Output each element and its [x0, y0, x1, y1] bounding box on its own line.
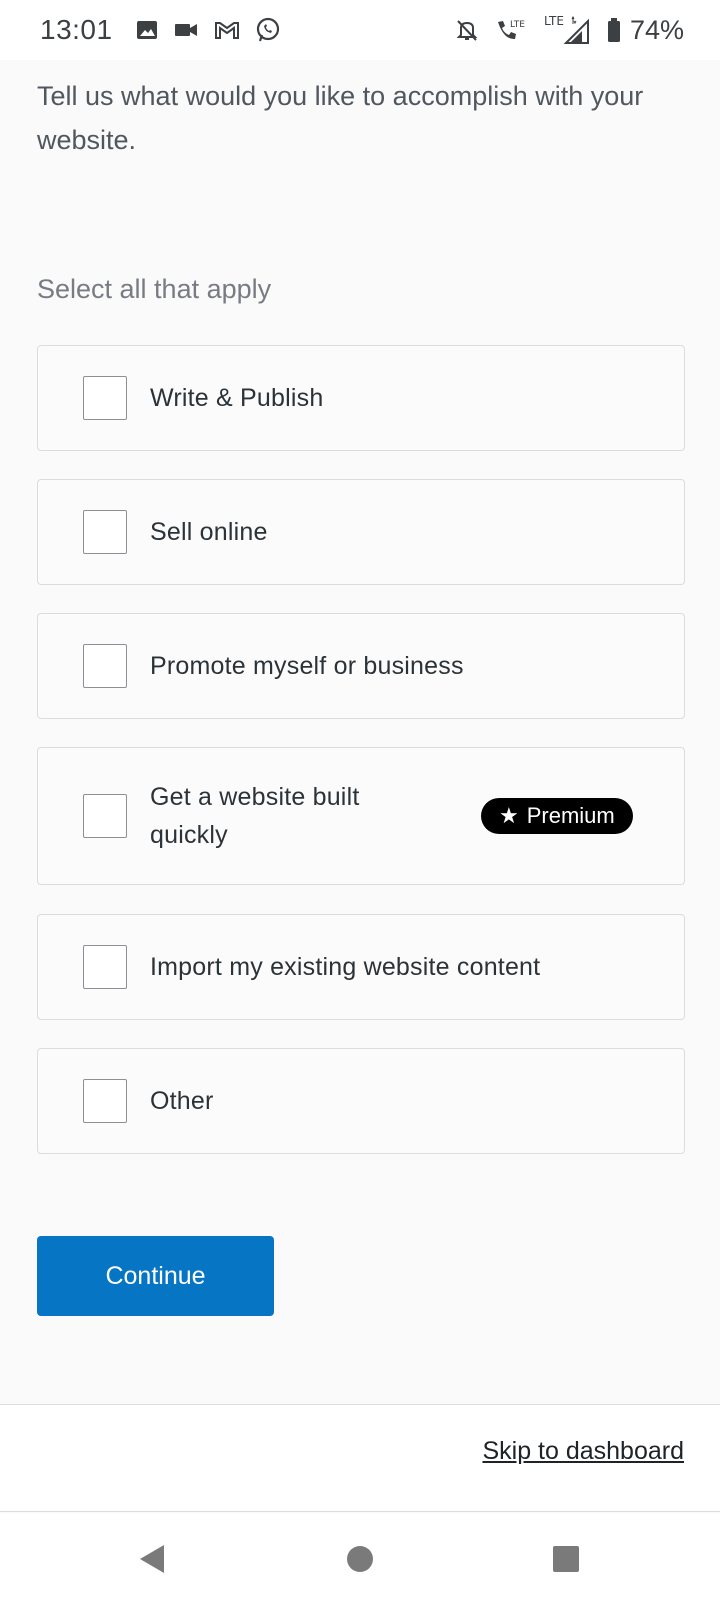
- checkbox[interactable]: [83, 376, 127, 420]
- option-label: Sell online: [150, 518, 268, 546]
- premium-badge: ★ Premium: [481, 798, 633, 834]
- status-bar: 13:01 LTE LTE 74%: [0, 0, 720, 60]
- checkbox[interactable]: [83, 1079, 127, 1123]
- option-website-built[interactable]: Get a website built quickly ★ Premium: [37, 747, 685, 885]
- battery-icon: [606, 17, 622, 43]
- checkbox[interactable]: [83, 510, 127, 554]
- gmail-icon: [213, 18, 241, 42]
- silent-bell-icon: [454, 17, 480, 43]
- checkbox[interactable]: [83, 794, 127, 838]
- intro-text: Tell us what would you like to accomplis…: [37, 81, 644, 155]
- navigation-bar: [0, 1513, 720, 1600]
- footer: Skip to dashboard: [0, 1404, 720, 1512]
- option-write-publish[interactable]: Write & Publish: [37, 345, 685, 451]
- svg-text:LTE: LTE: [510, 20, 525, 30]
- continue-button[interactable]: Continue: [37, 1236, 274, 1316]
- lte-label: LTE: [544, 15, 564, 28]
- home-icon[interactable]: [340, 1539, 380, 1579]
- video-camera-icon: [173, 18, 199, 42]
- option-sell-online[interactable]: Sell online: [37, 479, 685, 585]
- status-time: 13:01: [40, 14, 113, 45]
- option-label: Import my existing website content: [150, 953, 541, 981]
- battery-percentage: 74%: [629, 14, 684, 45]
- checkbox[interactable]: [83, 644, 127, 688]
- recents-icon[interactable]: [546, 1539, 586, 1579]
- lte-call-icon: LTE: [494, 16, 530, 44]
- option-label: Get a website built quickly: [150, 783, 360, 849]
- option-import[interactable]: Import my existing website content: [37, 914, 685, 1020]
- image-icon: [135, 18, 159, 42]
- premium-label: Premium: [526, 803, 615, 828]
- select-all-label: Select all that apply: [37, 274, 272, 304]
- back-icon[interactable]: [132, 1539, 172, 1579]
- skip-to-dashboard-link[interactable]: Skip to dashboard: [482, 1437, 684, 1466]
- option-promote[interactable]: Promote myself or business: [37, 613, 685, 719]
- whatsapp-icon: [255, 17, 281, 43]
- option-label: Write & Publish: [150, 384, 324, 412]
- option-label: Promote myself or business: [150, 652, 464, 680]
- option-label: Other: [150, 1087, 214, 1115]
- lte-signal-icon: LTE: [544, 15, 592, 45]
- checkbox[interactable]: [83, 945, 127, 989]
- star-icon: ★: [499, 803, 519, 828]
- option-other[interactable]: Other: [37, 1048, 685, 1154]
